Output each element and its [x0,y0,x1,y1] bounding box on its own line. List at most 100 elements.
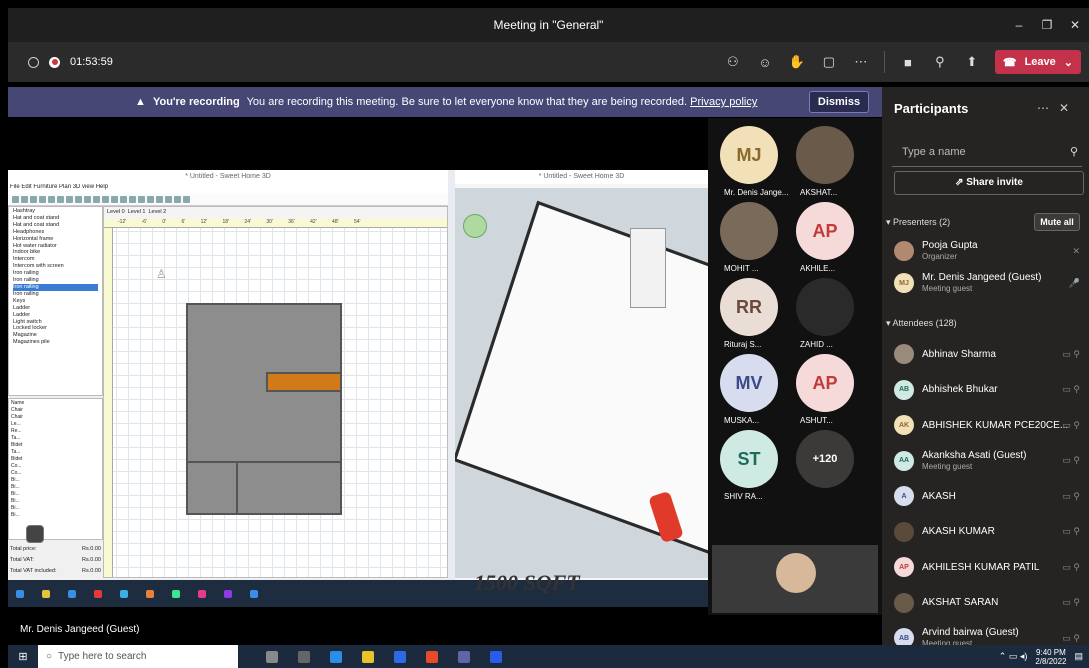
participant-video-tile[interactable]: RR [720,278,778,336]
rooms-icon[interactable]: ▢ [820,54,838,70]
catalog-item[interactable]: Hat and coat stand [13,215,98,222]
level-tab[interactable]: Level 1 [128,209,146,217]
selected-wall[interactable] [266,372,342,392]
camera-mic-icons[interactable]: ▭ ⚲ [1062,597,1080,608]
attendee-row[interactable]: AP AKHILESH KUMAR PATIL ▭ ⚲ [894,553,1084,581]
catalog-item[interactable]: Ladder [13,312,98,319]
mic-off-icon[interactable]: ⚲ [931,54,949,70]
attendee-row[interactable]: AA Akanksha Asati (Guest) Meeting guest ▭ ⚲ [894,447,1084,475]
catalog-item[interactable]: Horizontal frame [13,236,98,243]
clock[interactable]: 9:40 PM 2/8/2022 [1035,648,1066,666]
catalog-item[interactable]: Hashtray [13,208,98,215]
catalog-item[interactable]: Iron railing [13,277,98,284]
camera-mic-icons[interactable]: ▭ ⚲ [1062,491,1080,502]
catalog-item[interactable]: Light switch [13,319,98,326]
catalog-item[interactable]: Intercom with screen [13,263,98,270]
close-button[interactable]: ✕ [1061,8,1089,42]
close-icon[interactable]: ✕ [1059,101,1079,115]
participant-search-input[interactable]: Type a name ⚲ [892,139,1082,167]
chevron-down-icon[interactable]: ⌄ [1064,56,1073,69]
catalog-item[interactable]: Hot water radiator [13,243,98,250]
furniture-row[interactable]: Bi... [11,477,100,484]
attendee-row[interactable]: AB Abhishek Bhukar ▭ ⚲ [894,376,1084,404]
notification-icon[interactable]: ▤ [1074,651,1083,662]
participant-video-tile[interactable]: MJ [720,126,778,184]
catalog-item[interactable]: Hat and coat stand [13,222,98,229]
chat-icon[interactable]: ☺ [756,55,774,70]
windows-start-icon[interactable]: ⊞ [8,650,38,663]
restore-button[interactable]: ❐ [1033,8,1061,42]
chrome-icon[interactable] [426,650,438,663]
participant-video-tile[interactable]: AP [796,354,854,412]
camera-mic-icons[interactable]: ▭ ⚲ [1062,420,1080,431]
furniture-row[interactable]: Le... [11,421,100,428]
participant-video-tile[interactable]: MV [720,354,778,412]
camera-mic-icons[interactable]: ▭ ⚲ [1062,633,1080,644]
furniture-row[interactable]: Bi... [11,505,100,512]
share-screen-icon[interactable]: ⬆ [963,54,981,70]
furniture-row[interactable]: Chair [11,414,100,421]
tray-icons[interactable]: ⌃ ▭ ◂) [999,651,1028,662]
camera-mic-icons[interactable]: ▭ ⚲ [1062,562,1080,573]
leave-button[interactable]: ☎ Leave ⌄ [994,50,1081,74]
presenters-section-header[interactable]: ▾ Presenters (2) [886,217,950,228]
privacy-policy-link[interactable]: Privacy policy [690,96,757,108]
furniture-row[interactable]: Re... [11,428,100,435]
task-view-icon[interactable] [298,650,310,663]
catalog-item[interactable]: Locked locker [13,325,98,332]
word-icon[interactable] [490,650,502,663]
attendee-row[interactable]: AKASH KUMAR ▭ ⚲ [894,518,1084,546]
catalog-item[interactable]: Headphones [13,229,98,236]
participant-video-tile[interactable] [796,278,854,336]
mute-all-button[interactable]: Mute all [1034,213,1080,231]
catalog-item[interactable]: Intercom [13,256,98,263]
file-explorer-icon[interactable] [362,650,374,663]
participant-video-tile[interactable]: ST [720,430,778,488]
attendee-row[interactable]: Abhinav Sharma ▭ ⚲ [894,340,1084,368]
camera-mic-icons[interactable]: ▭ ⚲ [1062,455,1080,466]
attendee-row[interactable]: A AKASH ▭ ⚲ [894,482,1084,510]
mic-icon[interactable] [266,650,278,663]
minimize-button[interactable]: – [1005,8,1033,42]
room-floor[interactable] [186,463,238,515]
more-options-icon[interactable]: ⋯ [852,54,870,70]
participant-video-tile[interactable] [796,126,854,184]
catalog-item[interactable]: Iron railing [13,270,98,277]
store-icon[interactable] [394,650,406,663]
furniture-row[interactable]: Ta... [11,449,100,456]
participant-video-tile[interactable]: AP [796,202,854,260]
more-options-icon[interactable]: ⋯ [1037,101,1059,115]
participant-video-tile[interactable] [720,202,778,260]
mic-icon[interactable]: 🎤 [1069,278,1080,289]
taskbar-search[interactable]: ○ Type here to search [38,645,238,668]
presenter-row[interactable]: MJ Mr. Denis Jangeed (Guest) Meeting guest… [894,269,1084,297]
level-tab[interactable]: Level 2 [149,209,167,217]
furniture-row[interactable]: Bi... [11,512,100,519]
catalog-item[interactable]: Magazine [13,332,98,339]
camera-mic-icons[interactable]: ▭ ⚲ [1062,526,1080,537]
furniture-row[interactable]: Co... [11,470,100,477]
attendees-section-header[interactable]: ▾ Attendees (128) [886,318,957,329]
furniture-row[interactable]: Bi... [11,484,100,491]
dismiss-button[interactable]: Dismiss [809,91,869,113]
participant-video-tile[interactable]: +120 [796,430,854,488]
presenter-row[interactable]: Pooja Gupta Organizer ✕ [894,237,1084,265]
catalog-item[interactable]: Keys [13,298,98,305]
furniture-row[interactable]: Bidet [11,442,100,449]
reactions-icon[interactable]: ✋ [788,54,806,70]
catalog-item[interactable]: Ladder [13,305,98,312]
camera-mic-icons[interactable]: ▭ ⚲ [1062,349,1080,360]
room-floor[interactable] [236,463,342,515]
furniture-row[interactable]: Ta... [11,435,100,442]
mic-icon[interactable]: ✕ [1072,246,1080,257]
furniture-row[interactable]: Chair [11,407,100,414]
camera-off-icon[interactable]: ■ [899,55,917,70]
edge-icon[interactable] [330,650,342,663]
furniture-row[interactable]: Bidet [11,456,100,463]
attendee-row[interactable]: AKSHAT SARAN ▭ ⚲ [894,589,1084,617]
share-invite-button[interactable]: ⇗ Share invite [894,171,1084,195]
attendee-row[interactable]: AK ABHISHEK KUMAR PCE20CE... ▭ ⚲ [894,411,1084,439]
furniture-row[interactable]: Bi... [11,498,100,505]
navigation-arrows-icon[interactable] [463,214,487,238]
furniture-row[interactable]: Bi... [11,491,100,498]
